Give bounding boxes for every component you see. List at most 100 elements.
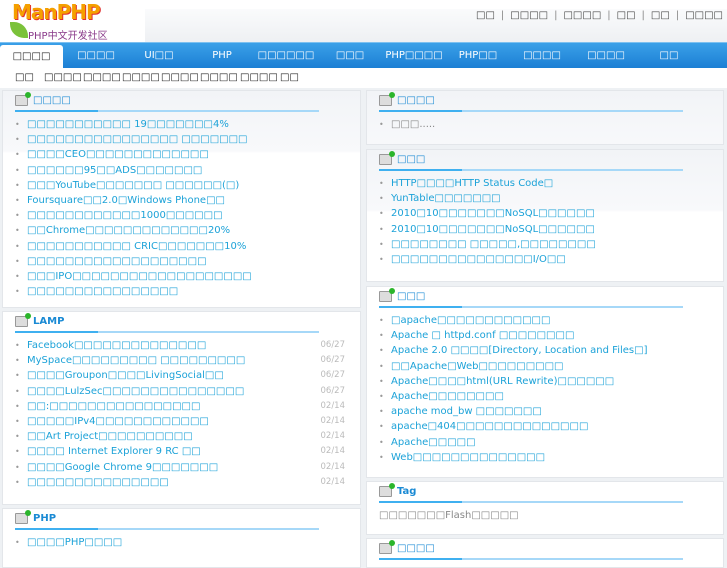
item-link[interactable]: □□□YouTube□□□□□□□ □□□□□□(□) <box>27 180 239 191</box>
item-link[interactable]: □□Chrome□□□□□□□□□□□□□20% <box>27 225 230 236</box>
top-link[interactable]: □□ <box>617 10 636 21</box>
nav-tab[interactable]: □□□ <box>318 43 382 69</box>
item-link[interactable]: □□□IPO□□□□□□□□□□□□□□□□□□□ <box>27 271 252 282</box>
list-item[interactable]: □□□□□□95□□ADS□□□□□□□ <box>15 163 345 178</box>
item-link[interactable]: □□□□□□□□□□□□□□□□□□□ <box>27 256 207 267</box>
list-item[interactable]: Apache □ httpd.conf □□□□□□□□ <box>379 328 709 343</box>
panel-title[interactable]: □□□ <box>397 291 425 302</box>
item-link[interactable]: □□:□□□□□□□□□□□□□□□□ <box>27 401 200 412</box>
nav-tab[interactable]: □□□□ <box>0 45 63 69</box>
list-item[interactable]: □□□□□IPv4□□□□□□□□□□□□ 02/14 <box>15 414 345 429</box>
item-link[interactable]: □□□□□IPv4□□□□□□□□□□□□ <box>27 416 209 427</box>
subnav-item[interactable]: □□□□ <box>44 72 82 83</box>
panel-heading[interactable]: PHP <box>15 510 56 524</box>
item-link[interactable]: Facebook□□□□□□□□□□□□□□ <box>27 340 206 351</box>
item-link[interactable]: □□□□□□□□□□□□□□□□ □□□□□□□ <box>27 134 248 145</box>
list-item[interactable]: HTTP□□□□HTTP Status Code□ <box>379 176 709 191</box>
list-item[interactable]: □□□□LulzSec□□□□□□□□□□□□□□□ 06/27 <box>15 384 345 399</box>
list-item[interactable]: □□□□ Internet Explorer 9 RC □□ 02/14 <box>15 444 345 459</box>
item-link[interactable]: □□□□Google Chrome 9□□□□□□□ <box>27 462 218 473</box>
list-item[interactable]: □□□IPO□□□□□□□□□□□□□□□□□□□ <box>15 269 345 284</box>
panel-heading[interactable]: LAMP <box>15 313 64 327</box>
item-link[interactable]: □□□□Groupon□□□□LivingSocial□□ <box>27 370 224 381</box>
nav-tab[interactable]: □□□□ <box>574 43 638 69</box>
subnav-item[interactable]: □□ <box>15 72 34 83</box>
panel-title[interactable]: Tag <box>397 486 416 497</box>
item-link[interactable]: □□□□□□□□□□□□□□□I/O□□ <box>391 254 566 265</box>
list-item[interactable]: □□□□□□□□□□□□□□□□ □□□□□□□ <box>15 132 345 147</box>
item-link[interactable]: YunTable□□□□□□□ <box>391 193 501 204</box>
panel-title[interactable]: □□□□ <box>33 95 71 106</box>
nav-tab[interactable]: □□□□ <box>510 43 574 69</box>
list-item[interactable]: □□□□□□□□□□□□□□□□□□□ <box>15 254 345 269</box>
item-link[interactable]: 2010□10□□□□□□□NoSQL□□□□□□ <box>391 208 595 219</box>
item-link[interactable]: Apache□□□□□□□□ <box>391 391 504 402</box>
item-link[interactable]: □□□□ Internet Explorer 9 RC □□ <box>27 446 201 457</box>
item-link[interactable]: □□□□□□□□ □□□□□,□□□□□□□□ <box>391 239 596 250</box>
list-item[interactable]: □□□□□□□□□□□ CRIC□□□□□□□10% <box>15 239 345 254</box>
item-link[interactable]: □□□□□□□□□□□ 19□□□□□□□4% <box>27 119 229 130</box>
list-item[interactable]: Apache□□□□html(URL Rewrite)□□□□□□ <box>379 374 709 389</box>
list-item[interactable]: □□□YouTube□□□□□□□ □□□□□□(□) <box>15 178 345 193</box>
list-item[interactable]: Apache□□□□□ <box>379 435 709 450</box>
panel-heading[interactable]: Tag <box>379 483 416 497</box>
item-link[interactable]: apache□404□□□□□□□□□□□□□□ <box>391 421 588 432</box>
list-item[interactable]: □□□□□□□□□□□□□□□I/O□□ <box>379 252 709 267</box>
top-link[interactable]: □□ <box>651 10 670 21</box>
list-item[interactable]: MySpace□□□□□□□□□ □□□□□□□□□ 06/27 <box>15 353 345 368</box>
item-link[interactable]: Foursquare□□2.0□Windows Phone□□ <box>27 195 225 206</box>
list-item[interactable]: □□Apache□Web□□□□□□□□□ <box>379 359 709 374</box>
item-link[interactable]: □□□..... <box>391 119 435 130</box>
subnav-item[interactable]: □□□□ <box>83 72 121 83</box>
top-link[interactable]: □□□□ <box>685 10 723 21</box>
list-item[interactable]: apache mod_bw □□□□□□□ <box>379 404 709 419</box>
item-link[interactable]: MySpace□□□□□□□□□ □□□□□□□□□ <box>27 355 245 366</box>
list-item[interactable]: YunTable□□□□□□□ <box>379 191 709 206</box>
nav-tab[interactable]: PHP <box>190 43 254 69</box>
panel-title[interactable]: LAMP <box>33 316 64 327</box>
list-item[interactable]: Foursquare□□2.0□Windows Phone□□ <box>15 193 345 208</box>
item-link[interactable]: □□□□LulzSec□□□□□□□□□□□□□□□ <box>27 386 244 397</box>
list-item[interactable]: □□□□CEO□□□□□□□□□□□□□ <box>15 147 345 162</box>
item-link[interactable]: HTTP□□□□HTTP Status Code□ <box>391 178 553 189</box>
nav-tab[interactable]: PHP□□□□ <box>382 43 446 69</box>
nav-tab[interactable]: UI□□ <box>128 43 190 69</box>
list-item[interactable]: 2010□10□□□□□□□NoSQL□□□□□□ <box>379 222 709 237</box>
item-link[interactable]: □□□□□□95□□ADS□□□□□□□ <box>27 165 202 176</box>
logo[interactable]: ManPHP PHP中文开发社区 <box>8 0 128 42</box>
list-item[interactable]: apache□404□□□□□□□□□□□□□□ <box>379 419 709 434</box>
nav-tab[interactable]: PHP□□ <box>446 43 510 69</box>
list-item[interactable]: □□□..... <box>379 117 709 132</box>
item-link[interactable]: □apache□□□□□□□□□□□□ <box>391 315 550 326</box>
nav-tab[interactable]: □□□□ <box>64 43 128 69</box>
list-item[interactable]: □□□□Groupon□□□□LivingSocial□□ 06/27 <box>15 368 345 383</box>
item-link[interactable]: □□□□□□□□□□□□□□□□ <box>27 286 178 297</box>
item-link[interactable]: Apache □ httpd.conf □□□□□□□□ <box>391 330 574 341</box>
subnav-item[interactable]: □□□□ <box>240 72 278 83</box>
panel-heading[interactable]: □□□□ <box>15 92 71 106</box>
panel-title[interactable]: PHP <box>33 513 56 524</box>
panel-heading[interactable]: □□□ <box>379 151 425 165</box>
list-item[interactable]: □□Chrome□□□□□□□□□□□□□20% <box>15 223 345 238</box>
item-link[interactable]: □□□□PHP□□□□ <box>27 537 122 548</box>
panel-title[interactable]: □□□□ <box>397 95 435 106</box>
list-item[interactable]: □□□□□□□□□□□□□□□□ <box>15 284 345 299</box>
top-link[interactable]: □□□□ <box>510 10 548 21</box>
list-item[interactable]: Apache 2.0 □□□□[Directory, Location and … <box>379 343 709 358</box>
top-link[interactable]: □□□□ <box>563 10 601 21</box>
list-item[interactable]: □□□□PHP□□□□ <box>15 535 345 550</box>
list-item[interactable]: □□:□□□□□□□□□□□□□□□□ 02/14 <box>15 399 345 414</box>
list-item[interactable]: □apache□□□□□□□□□□□□ <box>379 313 709 328</box>
list-item[interactable]: □□Art Project□□□□□□□□□□ 02/14 <box>15 429 345 444</box>
item-link[interactable]: □□□□CEO□□□□□□□□□□□□□ <box>27 149 209 160</box>
list-item[interactable]: Web□□□□□□□□□□□□□□ <box>379 450 709 465</box>
list-item[interactable]: 2010□10□□□□□□□NoSQL□□□□□□ <box>379 206 709 221</box>
list-item[interactable]: □□□□Google Chrome 9□□□□□□□ 02/14 <box>15 460 345 475</box>
item-link[interactable]: Apache 2.0 □□□□[Directory, Location and … <box>391 345 647 356</box>
subnav-item[interactable]: □□□□ <box>161 72 199 83</box>
item-link[interactable]: Apache□□□□□ <box>391 437 476 448</box>
panel-title[interactable]: □□□ <box>397 154 425 165</box>
list-item[interactable]: □□□□□□□□ □□□□□,□□□□□□□□ <box>379 237 709 252</box>
nav-tab[interactable]: □□ <box>638 43 700 69</box>
item-link[interactable]: Web□□□□□□□□□□□□□□ <box>391 452 545 463</box>
